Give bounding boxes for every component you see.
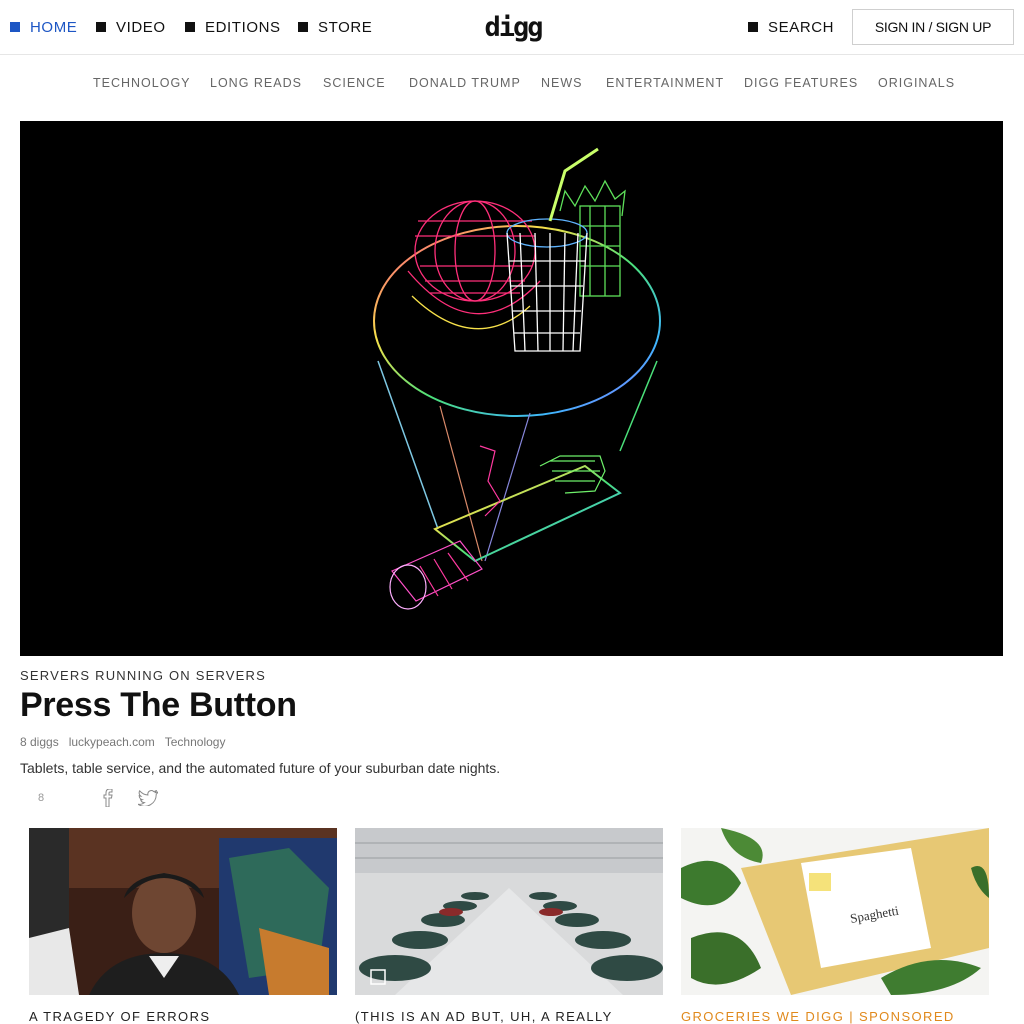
- story-card-1-image[interactable]: [29, 828, 337, 995]
- nav-video-label: VIDEO: [116, 18, 166, 36]
- category-donald-trump[interactable]: DONALD TRUMP: [409, 76, 521, 90]
- nav-search-label: SEARCH: [768, 18, 835, 36]
- category-originals[interactable]: ORIGINALS: [878, 76, 955, 90]
- hero-actions: 8: [38, 788, 178, 808]
- nav-search[interactable]: SEARCH: [748, 18, 834, 36]
- story-card-3-label: GROCERIES WE DIGG | SPONSORED: [681, 1009, 955, 1024]
- sign-in-label: SIGN IN / SIGN UP: [874, 19, 992, 35]
- car-warehouse-photo: [355, 828, 663, 995]
- logo-text: digg: [484, 11, 543, 43]
- hero-category-link[interactable]: Technology: [165, 735, 226, 749]
- category-long-reads[interactable]: LONG READS: [210, 76, 302, 90]
- hero-digg-count-text: 8 diggs: [20, 735, 59, 749]
- facebook-icon[interactable]: [98, 788, 118, 808]
- store-square-icon: [298, 22, 308, 32]
- sign-in-button[interactable]: SIGN IN / SIGN UP: [852, 9, 1014, 45]
- hero-meta: 8 diggs luckypeach.com Technology: [20, 735, 225, 749]
- digg-button[interactable]: 8: [38, 792, 98, 804]
- hero-kicker: SERVERS RUNNING ON SERVERS: [20, 668, 266, 683]
- spaghetti-photo: Spaghetti: [681, 828, 989, 995]
- story-card-3-image[interactable]: Spaghetti: [681, 828, 989, 995]
- hero-source-link[interactable]: luckypeach.com: [69, 735, 155, 749]
- nav-editions-label: EDITIONS: [205, 18, 281, 36]
- category-digg-features[interactable]: DIGG FEATURES: [744, 76, 858, 90]
- home-square-icon: [10, 22, 20, 32]
- editions-square-icon: [185, 22, 195, 32]
- digg-logo[interactable]: digg: [484, 12, 543, 43]
- story-card-1-label: A TRAGEDY OF ERRORS: [29, 1009, 211, 1024]
- hero-image[interactable]: [20, 121, 1003, 656]
- search-square-icon: [748, 22, 758, 32]
- category-news[interactable]: NEWS: [541, 76, 583, 90]
- portrait-photo: [29, 828, 337, 995]
- nav-home-label: HOME: [30, 18, 78, 36]
- top-navigation: HOME VIDEO EDITIONS STORE digg SEARCH SI…: [0, 0, 1024, 55]
- story-card-2[interactable]: (THIS IS AN AD BUT, UH, A REALLY: [355, 828, 663, 1024]
- hero-headline[interactable]: Press The Button: [20, 686, 297, 725]
- story-card-3[interactable]: Spaghetti GROCERIES WE DIGG | SPONSORED: [681, 828, 989, 1024]
- nav-video[interactable]: VIDEO: [96, 18, 166, 36]
- nav-store[interactable]: STORE: [298, 18, 372, 36]
- wireframe-illustration: [373, 147, 661, 610]
- nav-editions[interactable]: EDITIONS: [185, 18, 281, 36]
- category-entertainment[interactable]: ENTERTAINMENT: [606, 76, 724, 90]
- nav-home[interactable]: HOME: [10, 18, 77, 36]
- story-card-2-image[interactable]: [355, 828, 663, 995]
- nav-store-label: STORE: [318, 18, 373, 36]
- category-technology[interactable]: TECHNOLOGY: [93, 76, 191, 90]
- video-square-icon: [96, 22, 106, 32]
- story-card-2-label: (THIS IS AN AD BUT, UH, A REALLY: [355, 1009, 613, 1024]
- twitter-icon[interactable]: [138, 788, 158, 808]
- category-navigation: TECHNOLOGY LONG READS SCIENCE DONALD TRU…: [0, 76, 1024, 92]
- story-card-1[interactable]: A TRAGEDY OF ERRORS: [29, 828, 337, 1024]
- hero-description: Tablets, table service, and the automate…: [20, 760, 501, 776]
- category-science[interactable]: SCIENCE: [323, 76, 386, 90]
